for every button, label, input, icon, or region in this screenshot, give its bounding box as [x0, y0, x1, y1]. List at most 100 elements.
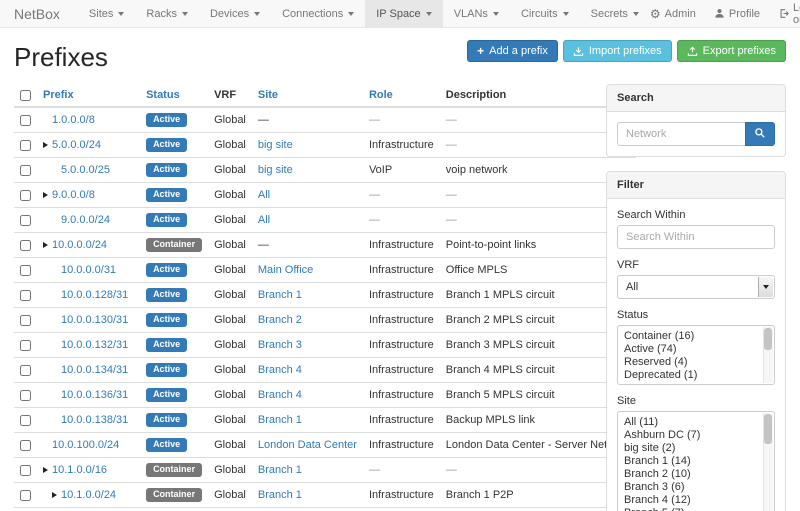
- nav-log-out-link[interactable]: Log out: [778, 2, 800, 26]
- row-checkbox[interactable]: [20, 390, 31, 401]
- site-link[interactable]: Branch 4: [258, 364, 302, 376]
- column-header-prefix[interactable]: Prefix: [37, 84, 140, 107]
- vrf-select[interactable]: All: [617, 275, 775, 299]
- site-link[interactable]: Branch 4: [258, 389, 302, 401]
- status-option[interactable]: Active (74): [624, 343, 758, 356]
- site-link[interactable]: big site: [258, 139, 293, 151]
- site-option[interactable]: Branch 2 (10): [624, 468, 758, 481]
- row-checkbox[interactable]: [20, 140, 31, 151]
- row-checkbox[interactable]: [20, 315, 31, 326]
- site-listbox[interactable]: All (11)Ashburn DC (7)big site (2)Branch…: [617, 411, 775, 511]
- search-button[interactable]: [745, 122, 775, 146]
- search-panel: Search: [606, 84, 786, 157]
- site-option[interactable]: big site (2): [624, 442, 758, 455]
- vrf-cell: Global: [208, 258, 252, 283]
- filter-label-search-within: Search Within: [617, 209, 775, 221]
- prefix-link[interactable]: 9.0.0.0/8: [52, 189, 95, 201]
- nav-item-ip-space[interactable]: IP Space: [365, 0, 442, 27]
- status-option[interactable]: Deprecated (1): [624, 369, 758, 382]
- site-link[interactable]: Branch 1: [258, 464, 302, 476]
- row-checkbox[interactable]: [20, 240, 31, 251]
- select-all-checkbox[interactable]: [20, 90, 31, 101]
- prefix-link[interactable]: 10.0.0.0/31: [61, 264, 116, 276]
- nav-item-circuits[interactable]: Circuits: [510, 0, 580, 27]
- status-listbox[interactable]: Container (16)Active (74)Reserved (4)Dep…: [617, 325, 775, 385]
- table-row: 9.0.0.0/8ActiveGlobalAll——: [14, 183, 636, 208]
- scrollbar-thumb[interactable]: [764, 414, 772, 444]
- search-input[interactable]: [617, 122, 745, 146]
- row-checkbox[interactable]: [20, 115, 31, 126]
- site-link[interactable]: All: [258, 214, 270, 226]
- prefix-link[interactable]: 1.0.0.0/8: [52, 114, 95, 126]
- plus-icon: +: [477, 45, 484, 57]
- column-header-status[interactable]: Status: [140, 84, 208, 107]
- site-link[interactable]: Branch 3: [258, 339, 302, 351]
- row-checkbox[interactable]: [20, 365, 31, 376]
- expand-caret-icon: [43, 192, 48, 198]
- site-link[interactable]: Branch 1: [258, 289, 302, 301]
- chevron-down-icon: [182, 12, 188, 16]
- nav-item-devices[interactable]: Devices: [199, 0, 271, 27]
- prefix-link[interactable]: 10.0.0.0/24: [52, 239, 107, 251]
- search-within-input[interactable]: [617, 225, 775, 249]
- nav-item-connections[interactable]: Connections: [271, 0, 365, 27]
- prefix-link[interactable]: 9.0.0.0/24: [61, 214, 110, 226]
- column-header-site[interactable]: Site: [252, 84, 363, 107]
- import-prefixes-button[interactable]: Import prefixes: [563, 40, 672, 62]
- column-header-role[interactable]: Role: [363, 84, 440, 107]
- prefix-link[interactable]: 5.0.0.0/24: [52, 139, 101, 151]
- row-checkbox[interactable]: [20, 190, 31, 201]
- site-option[interactable]: Branch 1 (14): [624, 455, 758, 468]
- row-checkbox[interactable]: [20, 440, 31, 451]
- prefix-link[interactable]: 10.1.0.0/24: [61, 489, 116, 501]
- vrf-cell: Global: [208, 283, 252, 308]
- prefix-link[interactable]: 10.0.0.132/31: [61, 339, 128, 351]
- nav-item-sites[interactable]: Sites: [78, 0, 135, 27]
- row-checkbox[interactable]: [20, 165, 31, 176]
- site-link[interactable]: big site: [258, 164, 293, 176]
- prefix-link[interactable]: 10.1.0.0/16: [52, 464, 107, 476]
- site-link[interactable]: London Data Center: [258, 439, 357, 451]
- site-option[interactable]: Branch 4 (12): [624, 494, 758, 507]
- prefix-link[interactable]: 10.0.0.128/31: [61, 289, 128, 301]
- row-checkbox[interactable]: [20, 265, 31, 276]
- role-cell: —: [363, 458, 440, 483]
- role-cell: —: [363, 208, 440, 233]
- status-option[interactable]: Reserved (4): [624, 356, 758, 369]
- row-checkbox[interactable]: [20, 415, 31, 426]
- row-checkbox[interactable]: [20, 465, 31, 476]
- vrf-cell: Global: [208, 133, 252, 158]
- prefix-link[interactable]: 10.0.0.136/31: [61, 389, 128, 401]
- nav-item-secrets[interactable]: Secrets: [580, 0, 650, 27]
- row-checkbox[interactable]: [20, 490, 31, 501]
- site-option[interactable]: Branch 3 (6): [624, 481, 758, 494]
- prefix-link[interactable]: 5.0.0.0/25: [61, 164, 110, 176]
- nav-admin-link[interactable]: ⚙Admin: [650, 8, 696, 20]
- prefix-link[interactable]: 10.0.0.134/31: [61, 364, 128, 376]
- action-buttons: +Add a prefixImport prefixesExport prefi…: [467, 40, 786, 62]
- status-option[interactable]: Container (16): [624, 330, 758, 343]
- row-checkbox[interactable]: [20, 215, 31, 226]
- add-a-prefix-button[interactable]: +Add a prefix: [467, 40, 558, 62]
- export-prefixes-button[interactable]: Export prefixes: [677, 40, 786, 62]
- site-link[interactable]: Branch 1: [258, 414, 302, 426]
- row-checkbox[interactable]: [20, 290, 31, 301]
- site-link[interactable]: Main Office: [258, 264, 313, 276]
- scrollbar-thumb[interactable]: [764, 328, 772, 350]
- site-option[interactable]: Branch 5 (7): [624, 507, 758, 511]
- site-link[interactable]: Branch 2: [258, 314, 302, 326]
- prefix-link[interactable]: 10.0.0.138/31: [61, 414, 128, 426]
- nav-item-racks[interactable]: Racks: [135, 0, 199, 27]
- site-link[interactable]: Branch 1: [258, 489, 302, 501]
- vrf-cell: Global: [208, 208, 252, 233]
- brand-logo[interactable]: NetBox: [14, 0, 60, 27]
- nav-item-label: Connections: [282, 8, 343, 20]
- nav-item-vlans[interactable]: VLANs: [443, 0, 510, 27]
- row-checkbox[interactable]: [20, 340, 31, 351]
- prefix-link[interactable]: 10.0.100.0/24: [52, 439, 119, 451]
- prefix-link[interactable]: 10.0.0.130/31: [61, 314, 128, 326]
- site-link[interactable]: All: [258, 189, 270, 201]
- site-option[interactable]: Ashburn DC (7): [624, 429, 758, 442]
- nav-profile-link[interactable]: Profile: [714, 8, 760, 20]
- site-option[interactable]: All (11): [624, 416, 758, 429]
